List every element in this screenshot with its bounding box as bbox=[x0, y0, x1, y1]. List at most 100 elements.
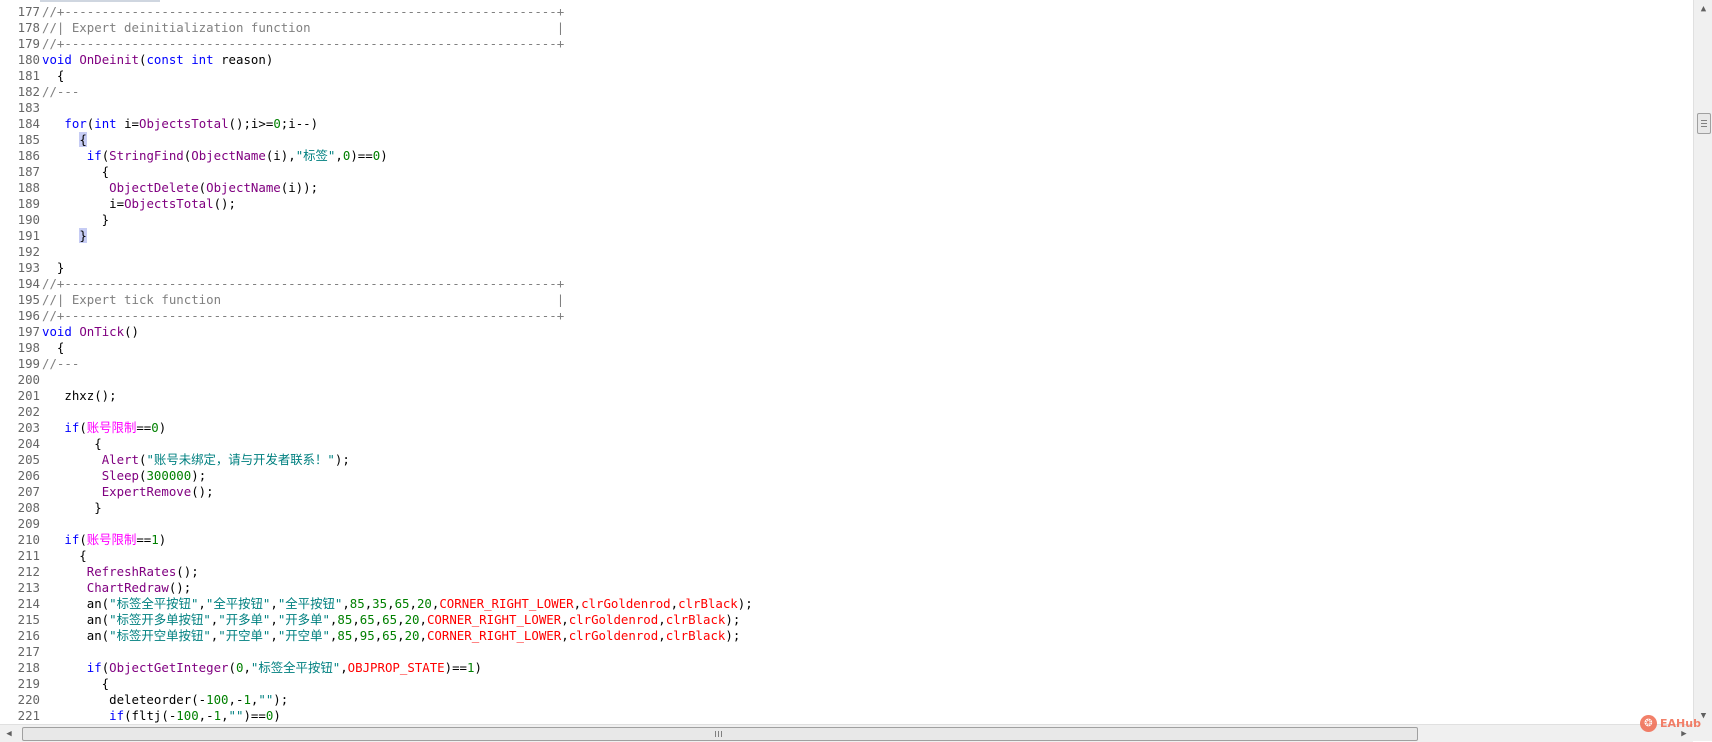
code-token: ) bbox=[474, 660, 482, 675]
grip-line bbox=[1701, 123, 1707, 124]
code-line[interactable]: 183 bbox=[0, 100, 1693, 116]
code-token: ObjectsTotal bbox=[139, 116, 229, 131]
code-line[interactable]: 197 void OnTick() bbox=[0, 324, 1693, 340]
code-token: , bbox=[397, 628, 405, 643]
code-line[interactable]: 207 ExpertRemove(); bbox=[0, 484, 1693, 500]
code-line[interactable]: 185 { bbox=[0, 132, 1693, 148]
code-line[interactable]: 177//+----------------------------------… bbox=[0, 4, 1693, 20]
horizontal-scroll-thumb[interactable] bbox=[22, 727, 1418, 741]
code-token: , bbox=[573, 596, 582, 611]
code-line[interactable]: 214 an("标签全平按钮","全平按钮","全平按钮",85,35,65,2… bbox=[0, 596, 1693, 612]
code-token: "开空单" bbox=[218, 628, 271, 643]
code-line[interactable]: 199//--- bbox=[0, 356, 1693, 372]
code-line[interactable]: 213 ChartRedraw(); bbox=[0, 580, 1693, 596]
code-line[interactable]: 186 if(StringFind(ObjectName(i),"标签",0)=… bbox=[0, 148, 1693, 164]
code-line[interactable]: 212 RefreshRates(); bbox=[0, 564, 1693, 580]
code-token: ,- bbox=[198, 708, 214, 723]
code-token: { bbox=[42, 164, 110, 179]
code-line[interactable]: 188 ObjectDelete(ObjectName(i)); bbox=[0, 180, 1693, 196]
vertical-scroll-thumb[interactable] bbox=[1697, 113, 1711, 134]
code-line[interactable]: 208 } bbox=[0, 500, 1693, 516]
code-token: , bbox=[221, 708, 229, 723]
code-token: { bbox=[42, 436, 102, 451]
scroll-up-button[interactable]: ▲ bbox=[1694, 0, 1712, 17]
code-token: void bbox=[42, 324, 80, 339]
vertical-scrollbar[interactable]: ▲ ▼ bbox=[1693, 0, 1712, 724]
code-line[interactable]: 204 { bbox=[0, 436, 1693, 452]
code-token: if bbox=[86, 148, 102, 163]
code-line[interactable]: 192 bbox=[0, 244, 1693, 260]
code-line[interactable]: 195//| Expert tick function | bbox=[0, 292, 1693, 308]
code-token: , bbox=[270, 596, 278, 611]
code-line[interactable]: 181 { bbox=[0, 68, 1693, 84]
code-token: } bbox=[79, 228, 87, 243]
code-line[interactable]: 217 bbox=[0, 644, 1693, 660]
code-token: 1 bbox=[467, 660, 475, 675]
code-line[interactable]: 201 zhxz(); bbox=[0, 388, 1693, 404]
code-line[interactable]: 198 { bbox=[0, 340, 1693, 356]
scroll-left-button[interactable]: ◀ bbox=[0, 725, 18, 742]
code-token: , bbox=[270, 612, 278, 627]
code-token: )== bbox=[243, 708, 266, 723]
code-token: void bbox=[42, 52, 80, 67]
line-number: 203 bbox=[17, 420, 40, 435]
code-token: ); bbox=[725, 612, 741, 627]
line-number: 204 bbox=[17, 436, 40, 451]
code-line[interactable]: 216 an("标签开空单按钮","开空单","开空单",85,95,65,20… bbox=[0, 628, 1693, 644]
code-token: , bbox=[352, 612, 360, 627]
code-line[interactable]: 203 if(账号限制==0) bbox=[0, 420, 1693, 436]
code-line[interactable]: 196//+----------------------------------… bbox=[0, 308, 1693, 324]
code-token: 85 bbox=[349, 596, 365, 611]
grip-line bbox=[718, 731, 719, 737]
code-token: const int bbox=[146, 52, 222, 67]
code-line[interactable]: 191 } bbox=[0, 228, 1693, 244]
horizontal-scrollbar[interactable]: ◀ ▶ bbox=[0, 724, 1693, 742]
code-line[interactable]: 219 { bbox=[0, 676, 1693, 692]
code-line[interactable]: 190 } bbox=[0, 212, 1693, 228]
code-line[interactable]: 193 } bbox=[0, 260, 1693, 276]
code-token: , bbox=[561, 612, 569, 627]
code-token: ( bbox=[79, 532, 87, 547]
line-number: 190 bbox=[17, 212, 40, 227]
code-line[interactable]: 218 if(ObjectGetInteger(0,"标签全平按钮",OBJPR… bbox=[0, 660, 1693, 676]
code-token: } bbox=[42, 500, 102, 515]
code-line[interactable]: 210 if(账号限制==1) bbox=[0, 532, 1693, 548]
code-token: ObjectName bbox=[206, 180, 281, 195]
code-line[interactable]: 179//+----------------------------------… bbox=[0, 36, 1693, 52]
code-token: CORNER_RIGHT_LOWER bbox=[426, 628, 562, 643]
line-number: 220 bbox=[17, 692, 40, 707]
code-line[interactable]: 206 Sleep(300000); bbox=[0, 468, 1693, 484]
code-line[interactable]: 202 bbox=[0, 404, 1693, 420]
code-line[interactable]: 184 for(int i=ObjectsTotal();i>=0;i--) bbox=[0, 116, 1693, 132]
code-area[interactable]: 177//+----------------------------------… bbox=[0, 4, 1693, 724]
line-number: 180 bbox=[17, 52, 40, 67]
code-token: , bbox=[342, 596, 350, 611]
code-token: clrBlack bbox=[665, 612, 726, 627]
code-line[interactable]: 189 i=ObjectsTotal(); bbox=[0, 196, 1693, 212]
code-line[interactable]: 187 { bbox=[0, 164, 1693, 180]
line-number: 195 bbox=[17, 292, 40, 307]
line-number: 182 bbox=[17, 84, 40, 99]
code-line[interactable]: 205 Alert("账号未绑定，请与开发者联系！"); bbox=[0, 452, 1693, 468]
code-line[interactable]: 209 bbox=[0, 516, 1693, 532]
code-line[interactable]: 221 if(fltj(-100,-1,"")==0) bbox=[0, 708, 1693, 724]
code-token: clrGoldenrod bbox=[568, 612, 659, 627]
code-token: , bbox=[658, 612, 666, 627]
code-token: //| Expert deinitialization function | bbox=[42, 20, 565, 35]
code-token: an( bbox=[42, 628, 110, 643]
code-line[interactable]: 180 void OnDeinit(const int reason) bbox=[0, 52, 1693, 68]
code-line[interactable]: 178//| Expert deinitialization function … bbox=[0, 20, 1693, 36]
code-token: , bbox=[409, 596, 417, 611]
code-line[interactable]: 220 deleteorder(-100,-1,""); bbox=[0, 692, 1693, 708]
code-line[interactable]: 215 an("标签开多单按钮","开多单","开多单",85,65,65,20… bbox=[0, 612, 1693, 628]
code-token: reason) bbox=[221, 52, 274, 67]
code-token: ); bbox=[334, 452, 350, 467]
code-editor[interactable]: 177//+----------------------------------… bbox=[0, 0, 1693, 724]
code-line[interactable]: 194//+----------------------------------… bbox=[0, 276, 1693, 292]
code-line[interactable]: 211 { bbox=[0, 548, 1693, 564]
code-line[interactable]: 182//--- bbox=[0, 84, 1693, 100]
code-token: 65 bbox=[359, 612, 375, 627]
code-line[interactable]: 200 bbox=[0, 372, 1693, 388]
